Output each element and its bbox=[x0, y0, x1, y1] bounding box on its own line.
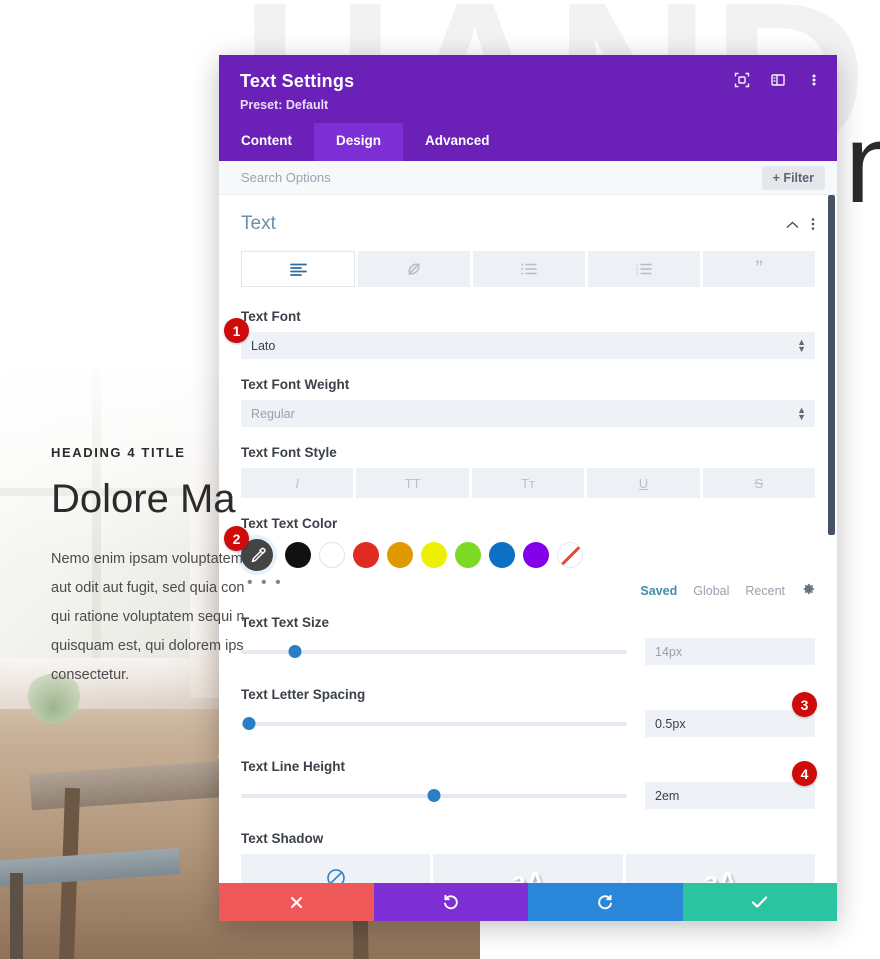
shadow-preset-1-icon[interactable]: aA bbox=[433, 854, 623, 884]
modal-preset-selector[interactable]: Preset: Default bbox=[240, 98, 818, 112]
segment-unordered-list[interactable] bbox=[473, 251, 585, 287]
line-height-slider-knob[interactable] bbox=[427, 789, 441, 802]
letter-spacing-input[interactable]: 0.5px bbox=[645, 710, 815, 737]
background-body-line: aut odit aut fugit, sed quia con bbox=[51, 580, 245, 596]
segment-text-align[interactable] bbox=[241, 251, 355, 287]
swatch-purple[interactable] bbox=[523, 542, 549, 568]
shadow-preset-2-glyph: aA bbox=[703, 865, 737, 884]
responsive-view-icon[interactable] bbox=[733, 71, 751, 89]
swatch-blue[interactable] bbox=[489, 542, 515, 568]
shadow-preset-2-icon[interactable]: aA bbox=[625, 854, 815, 884]
search-input[interactable] bbox=[241, 170, 592, 185]
segment-link[interactable] bbox=[358, 251, 470, 287]
quote-glyph: ” bbox=[755, 256, 763, 281]
section-title: Text bbox=[241, 213, 276, 234]
svg-text:3: 3 bbox=[636, 271, 639, 275]
line-height-label: Text Line Height bbox=[241, 759, 346, 774]
chevron-updown-icon: ▲ ▼ bbox=[797, 404, 806, 422]
background-body-line: qui ratione voluptatem sequi n bbox=[51, 609, 245, 625]
modal-tabs: Content Design Advanced bbox=[219, 123, 837, 161]
cancel-button[interactable] bbox=[219, 883, 374, 921]
field-text-shadow: Text Shadow aA aA bbox=[241, 831, 815, 883]
uppercase-glyph: TT bbox=[404, 475, 421, 491]
strikethrough-icon[interactable]: S bbox=[702, 468, 816, 498]
callout-badge-2: 2 bbox=[224, 526, 249, 551]
modal-title: Text Settings bbox=[240, 71, 355, 91]
line-height-input[interactable]: 2em bbox=[645, 782, 815, 809]
redo-button[interactable] bbox=[528, 883, 683, 921]
chevron-up-icon[interactable] bbox=[786, 217, 799, 232]
tab-advanced[interactable]: Advanced bbox=[403, 123, 512, 161]
small-caps-icon[interactable]: Tт bbox=[471, 468, 585, 498]
text-size-input[interactable]: 14px bbox=[645, 638, 815, 665]
callout-badge-4: 4 bbox=[792, 761, 817, 786]
swatch-yellow[interactable] bbox=[421, 542, 447, 568]
chevron-updown-icon: ▲ ▼ bbox=[797, 336, 806, 354]
vertical-scrollbar[interactable] bbox=[828, 195, 835, 535]
text-font-weight-label: Text Font Weight bbox=[241, 377, 350, 392]
tab-design[interactable]: Design bbox=[314, 123, 404, 161]
modal-header-icons bbox=[733, 71, 823, 89]
text-font-label: Text Font bbox=[241, 309, 301, 324]
field-text-font-weight: Text Font Weight Regular ▲ ▼ bbox=[241, 377, 815, 427]
underline-icon[interactable]: U bbox=[587, 468, 700, 498]
text-font-weight-value: Regular bbox=[251, 406, 295, 421]
filter-button[interactable]: + Filter bbox=[761, 165, 825, 190]
swatch-orange[interactable] bbox=[387, 542, 413, 568]
save-button[interactable] bbox=[682, 883, 837, 921]
background-body-line: consectetur. bbox=[51, 667, 130, 683]
section-more-icon[interactable] bbox=[811, 217, 815, 231]
letter-spacing-slider[interactable] bbox=[241, 715, 627, 733]
small-caps-glyph: Tт bbox=[521, 475, 535, 491]
text-type-segmented-control: 1 2 3 ” bbox=[241, 251, 815, 287]
callout-badge-3: 3 bbox=[792, 692, 817, 717]
letter-spacing-slider-knob[interactable] bbox=[242, 717, 256, 730]
text-shadow-label: Text Shadow bbox=[241, 831, 324, 846]
modal-header: Text Settings Preset: Default bbox=[219, 55, 837, 123]
segment-ordered-list[interactable]: 1 2 3 bbox=[588, 251, 700, 287]
background-heading: Dolore Ma bbox=[51, 477, 236, 521]
swatch-transparent[interactable] bbox=[557, 542, 583, 568]
text-font-weight-select[interactable]: Regular ▲ ▼ bbox=[241, 400, 815, 427]
split-layout-icon[interactable] bbox=[769, 71, 787, 89]
callout-badge-1: 1 bbox=[224, 318, 249, 343]
field-letter-spacing: Text Letter Spacing 0.5px bbox=[241, 687, 815, 737]
modal-action-bar bbox=[219, 883, 837, 921]
search-bar: + Filter bbox=[219, 161, 837, 195]
segment-blockquote[interactable]: ” bbox=[703, 251, 815, 287]
text-font-select[interactable]: Lato ▲ ▼ bbox=[241, 332, 815, 359]
more-options-icon[interactable] bbox=[805, 71, 823, 89]
field-line-height: Text Line Height 2em bbox=[241, 759, 815, 809]
background-body: Nemo enim ipsam voluptatem aut odit aut … bbox=[51, 545, 381, 690]
line-height-slider[interactable] bbox=[241, 787, 627, 805]
background-eyebrow: HEADING 4 TITLE bbox=[51, 445, 186, 460]
tab-content[interactable]: Content bbox=[219, 123, 314, 161]
text-section-header: Text bbox=[241, 213, 815, 235]
background-text-block: HEADING 4 TITLE Dolore Ma Nemo enim ipsa… bbox=[51, 445, 381, 690]
shadow-preset-1-glyph: aA bbox=[511, 865, 545, 884]
screenshot-stage: HANDMADE n HEADING 4 TITLE Dolore Ma Nem bbox=[0, 0, 880, 959]
undo-button[interactable] bbox=[373, 883, 528, 921]
text-font-value: Lato bbox=[251, 338, 276, 353]
swatch-green[interactable] bbox=[455, 542, 481, 568]
field-text-font: Text Font Lato ▲ ▼ bbox=[241, 309, 815, 359]
underline-glyph: U bbox=[638, 475, 649, 491]
no-shadow-icon[interactable] bbox=[241, 854, 431, 883]
background-body-line: quisquam est, qui dolorem ips bbox=[51, 638, 244, 654]
strikethrough-glyph: S bbox=[754, 475, 764, 491]
background-body-line: Nemo enim ipsam voluptatem bbox=[51, 551, 243, 567]
background-big-letter: n bbox=[845, 101, 880, 226]
